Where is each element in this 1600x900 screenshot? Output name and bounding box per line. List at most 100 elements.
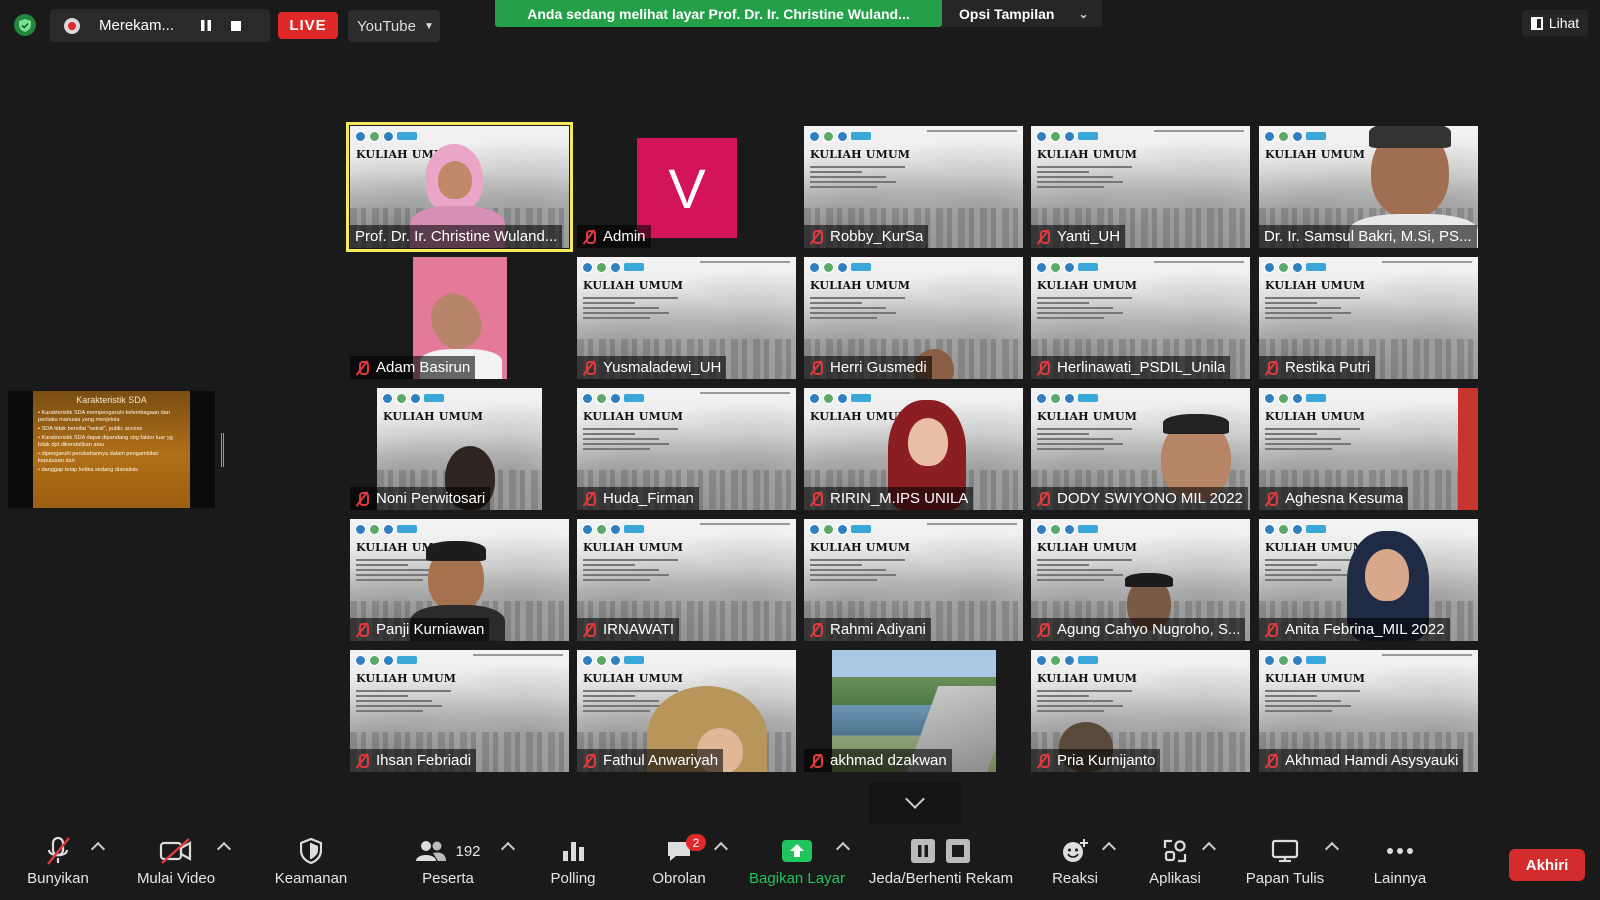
participant-tile[interactable]: KULIAH UMUM Akhmad Hamdi Asysyauki [1259, 650, 1478, 772]
participant-tile[interactable]: KULIAH UMUM Prof. Dr. Ir. Christine Wula… [346, 122, 573, 252]
thumbnail-resize-handle[interactable] [221, 433, 224, 467]
share-screen-button[interactable]: Bagikan Layar [746, 832, 848, 900]
participant-tile[interactable]: KULIAH UMUM Fathul Anwariyah [577, 650, 796, 772]
stop-recording-button[interactable] [221, 11, 251, 41]
participant-name: Pria Kurnijanto [1057, 752, 1156, 769]
muted-mic-icon [809, 229, 823, 245]
participant-name: Aghesna Kesuma [1285, 490, 1404, 507]
encryption-shield-icon[interactable] [14, 14, 36, 36]
shared-screen-thumbnail[interactable]: Karakteristik SDA • Karakteristik SDA me… [8, 391, 215, 508]
slide-logos [809, 262, 871, 273]
participant-tile[interactable]: Adam Basirun [350, 257, 569, 379]
participant-tile[interactable]: KULIAH UMUM Panji Kurniawan [350, 519, 569, 641]
apps-button[interactable]: Aplikasi [1140, 832, 1210, 900]
emoji-plus-icon [1061, 832, 1089, 870]
participant-tile[interactable]: KULIAH UMUM Noni Perwitosari [350, 388, 569, 510]
view-layout-button[interactable]: Lihat [1522, 10, 1588, 36]
participants-count: 192 [455, 842, 481, 860]
reactions-options-caret-icon[interactable] [1101, 841, 1117, 857]
participant-name-bar: Anita Febrina_MIL 2022 [1259, 618, 1450, 641]
whiteboard-button[interactable]: Papan Tulis [1240, 832, 1330, 900]
recording-dot-icon [64, 17, 80, 34]
slide-header-strip [1154, 261, 1244, 263]
slide-logos [1036, 131, 1098, 142]
participant-name-bar: Yusmaladewi_UH [577, 356, 727, 379]
participant-tile[interactable]: KULIAH UMUM Robby_KurSa [804, 126, 1023, 248]
participant-name: Yanti_UH [1057, 228, 1121, 245]
more-dots-icon [1386, 832, 1414, 870]
slide-heading: KULIAH UMUM [1265, 541, 1366, 554]
slide-logos [582, 262, 644, 273]
participant-tile[interactable]: KULIAH UMUM Rahmi Adiyani [804, 519, 1023, 641]
participant-tile[interactable]: KULIAH UMUM Ihsan Febriadi [350, 650, 569, 772]
slide-heading: KULIAH UMUM [1037, 410, 1138, 423]
view-button-label: Lihat [1548, 15, 1580, 31]
participants-options-caret-icon[interactable] [500, 841, 516, 857]
chat-button[interactable]: 2 Obrolan [644, 832, 714, 900]
participant-tile[interactable]: KULIAH UMUM Dr. Ir. Samsul Bakri, M.Si, … [1259, 126, 1478, 248]
muted-mic-icon [355, 622, 369, 638]
reactions-button[interactable]: Reaksi [1046, 832, 1104, 900]
participant-tile[interactable]: KULIAH UMUM Huda_Firman [577, 388, 796, 510]
muted-mic-icon [1264, 753, 1278, 769]
participant-tile[interactable]: KULIAH UMUM Agung Cahyo Nugroho, S... [1031, 519, 1250, 641]
participant-name-bar: Adam Basirun [350, 356, 476, 379]
participant-name: Fathul Anwariyah [603, 752, 719, 769]
participant-name-bar: Akhmad Hamdi Asysyauki [1259, 749, 1464, 772]
participant-tile[interactable]: KULIAH UMUM Aghesna Kesuma [1259, 388, 1478, 510]
shield-icon [300, 832, 322, 870]
slide-logos [355, 524, 417, 535]
participant-name: Huda_Firman [603, 490, 694, 507]
participant-tile[interactable]: KULIAH UMUM DODY SWIYONO MIL 2022 [1031, 388, 1250, 510]
live-stream-target-dropdown[interactable]: YouTube ▼ [348, 10, 440, 42]
view-options-dropdown[interactable]: Opsi Tampilan ⌄ [942, 0, 1102, 27]
live-badge[interactable]: LIVE [278, 12, 338, 39]
unmute-button[interactable]: Bunyikan [18, 832, 98, 900]
participant-tile[interactable]: KULIAH UMUM Yanti_UH [1031, 126, 1250, 248]
participant-tile[interactable]: KULIAH UMUM RIRIN_M.IPS UNILA [804, 388, 1023, 510]
participant-name: Agung Cahyo Nugroho, S... [1057, 621, 1241, 638]
start-video-button[interactable]: Mulai Video [128, 832, 224, 900]
participant-name: Ihsan Febriadi [376, 752, 472, 769]
participants-button[interactable]: 192 Peserta [400, 832, 496, 900]
recording-label: Merekam... [99, 17, 175, 34]
participant-tile[interactable]: KULIAH UMUM Yusmaladewi_UH [577, 257, 796, 379]
pause-icon [201, 20, 211, 31]
slide-bullet: • danggap tetap ketika sedang dianalisis [38, 467, 138, 473]
polling-label: Polling [550, 870, 596, 887]
participant-avatar: V [637, 138, 737, 238]
whiteboard-label: Papan Tulis [1245, 870, 1325, 887]
view-options-label: Opsi Tampilan [959, 5, 1055, 22]
muted-mic-icon [582, 229, 596, 245]
end-meeting-button[interactable]: Akhiri [1509, 849, 1585, 881]
more-label: Lainnya [1373, 870, 1427, 887]
zoom-meeting-window: Merekam... LIVE YouTube ▼ Anda sedang me… [0, 0, 1600, 900]
slide-heading: KULIAH UMUM [583, 672, 684, 685]
slide-logos [1264, 131, 1326, 142]
participant-tile[interactable]: KULIAH UMUM Anita Febrina_MIL 2022 [1259, 519, 1478, 641]
chat-options-caret-icon[interactable] [713, 841, 729, 857]
unmute-label: Bunyikan [27, 870, 89, 887]
participant-tile[interactable]: KULIAH UMUM IRNAWATI [577, 519, 796, 641]
participant-tile[interactable]: KULIAH UMUM Herlinawati_PSDIL_Unila [1031, 257, 1250, 379]
participant-tile[interactable]: KULIAH UMUM Herri Gusmedi [804, 257, 1023, 379]
pause-stop-recording-button[interactable]: Jeda/Berhenti Rekam [864, 832, 1018, 900]
participant-name-bar: Pria Kurnijanto [1031, 749, 1161, 772]
participant-tile[interactable]: akhmad dzakwan [804, 650, 1023, 772]
more-button[interactable]: Lainnya [1364, 832, 1436, 900]
next-page-button[interactable] [869, 782, 961, 824]
participant-name: Anita Febrina_MIL 2022 [1285, 621, 1445, 638]
security-label: Keamanan [274, 870, 348, 887]
muted-microphone-icon [45, 832, 71, 870]
slide-header-strip [927, 523, 1017, 525]
polling-button[interactable]: Polling [540, 832, 606, 900]
participant-tile[interactable]: KULIAH UMUM Pria Kurnijanto [1031, 650, 1250, 772]
pause-recording-button[interactable] [191, 11, 221, 41]
participant-name-bar: IRNAWATI [577, 618, 680, 641]
participant-tile[interactable]: V Admin [577, 126, 796, 248]
security-button[interactable]: Keamanan [268, 832, 354, 900]
stop-icon [231, 20, 241, 31]
slide-bullet: • dipengaruhi perubahannya dalam pengamb… [38, 451, 159, 464]
participant-tile[interactable]: KULIAH UMUM Restika Putri [1259, 257, 1478, 379]
slide-header-strip [473, 654, 563, 656]
